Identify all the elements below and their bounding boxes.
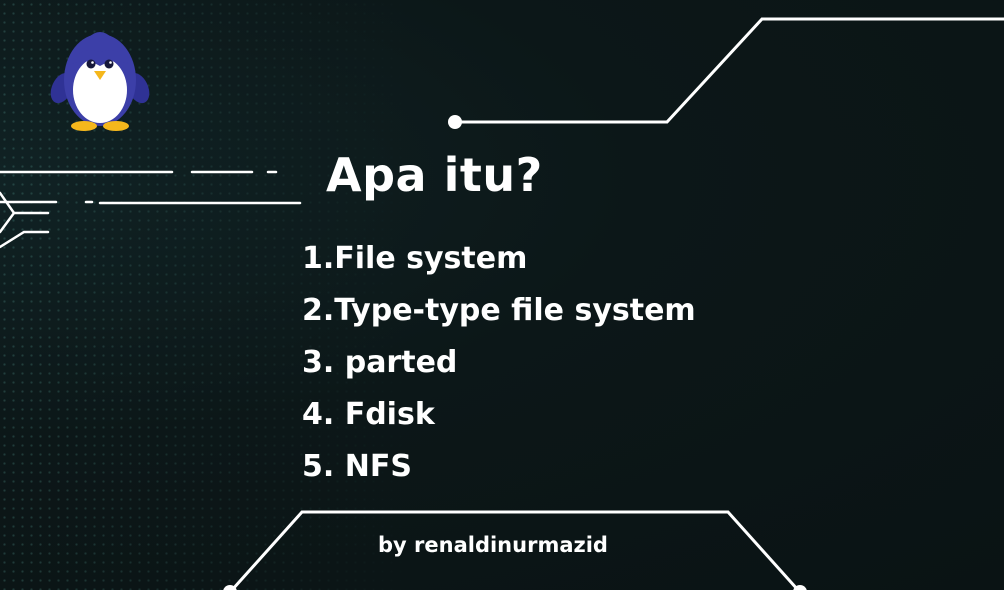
penguin-icon (50, 32, 150, 131)
circuit-trace-left (0, 170, 302, 249)
slide: Apa itu? 1.File system 2.Type-type file … (0, 0, 1004, 590)
agenda-item-file-system: 1.File system (302, 241, 528, 276)
agenda-item-parted: 3. parted (302, 345, 458, 380)
author-credit: by renaldinurmazid (378, 533, 608, 557)
agenda-item-nfs: 5. NFS (302, 449, 412, 484)
agenda-item-fdisk: 4. Fdisk (302, 397, 435, 432)
circuit-node-top (448, 115, 462, 129)
slide-title: Apa itu? (326, 148, 543, 202)
agenda-list: 1.File system 2.Type-type file system 3.… (302, 240, 696, 500)
circuit-trace-top (454, 17, 1004, 124)
agenda-item-file-system-types: 2.Type-type file system (302, 293, 696, 328)
